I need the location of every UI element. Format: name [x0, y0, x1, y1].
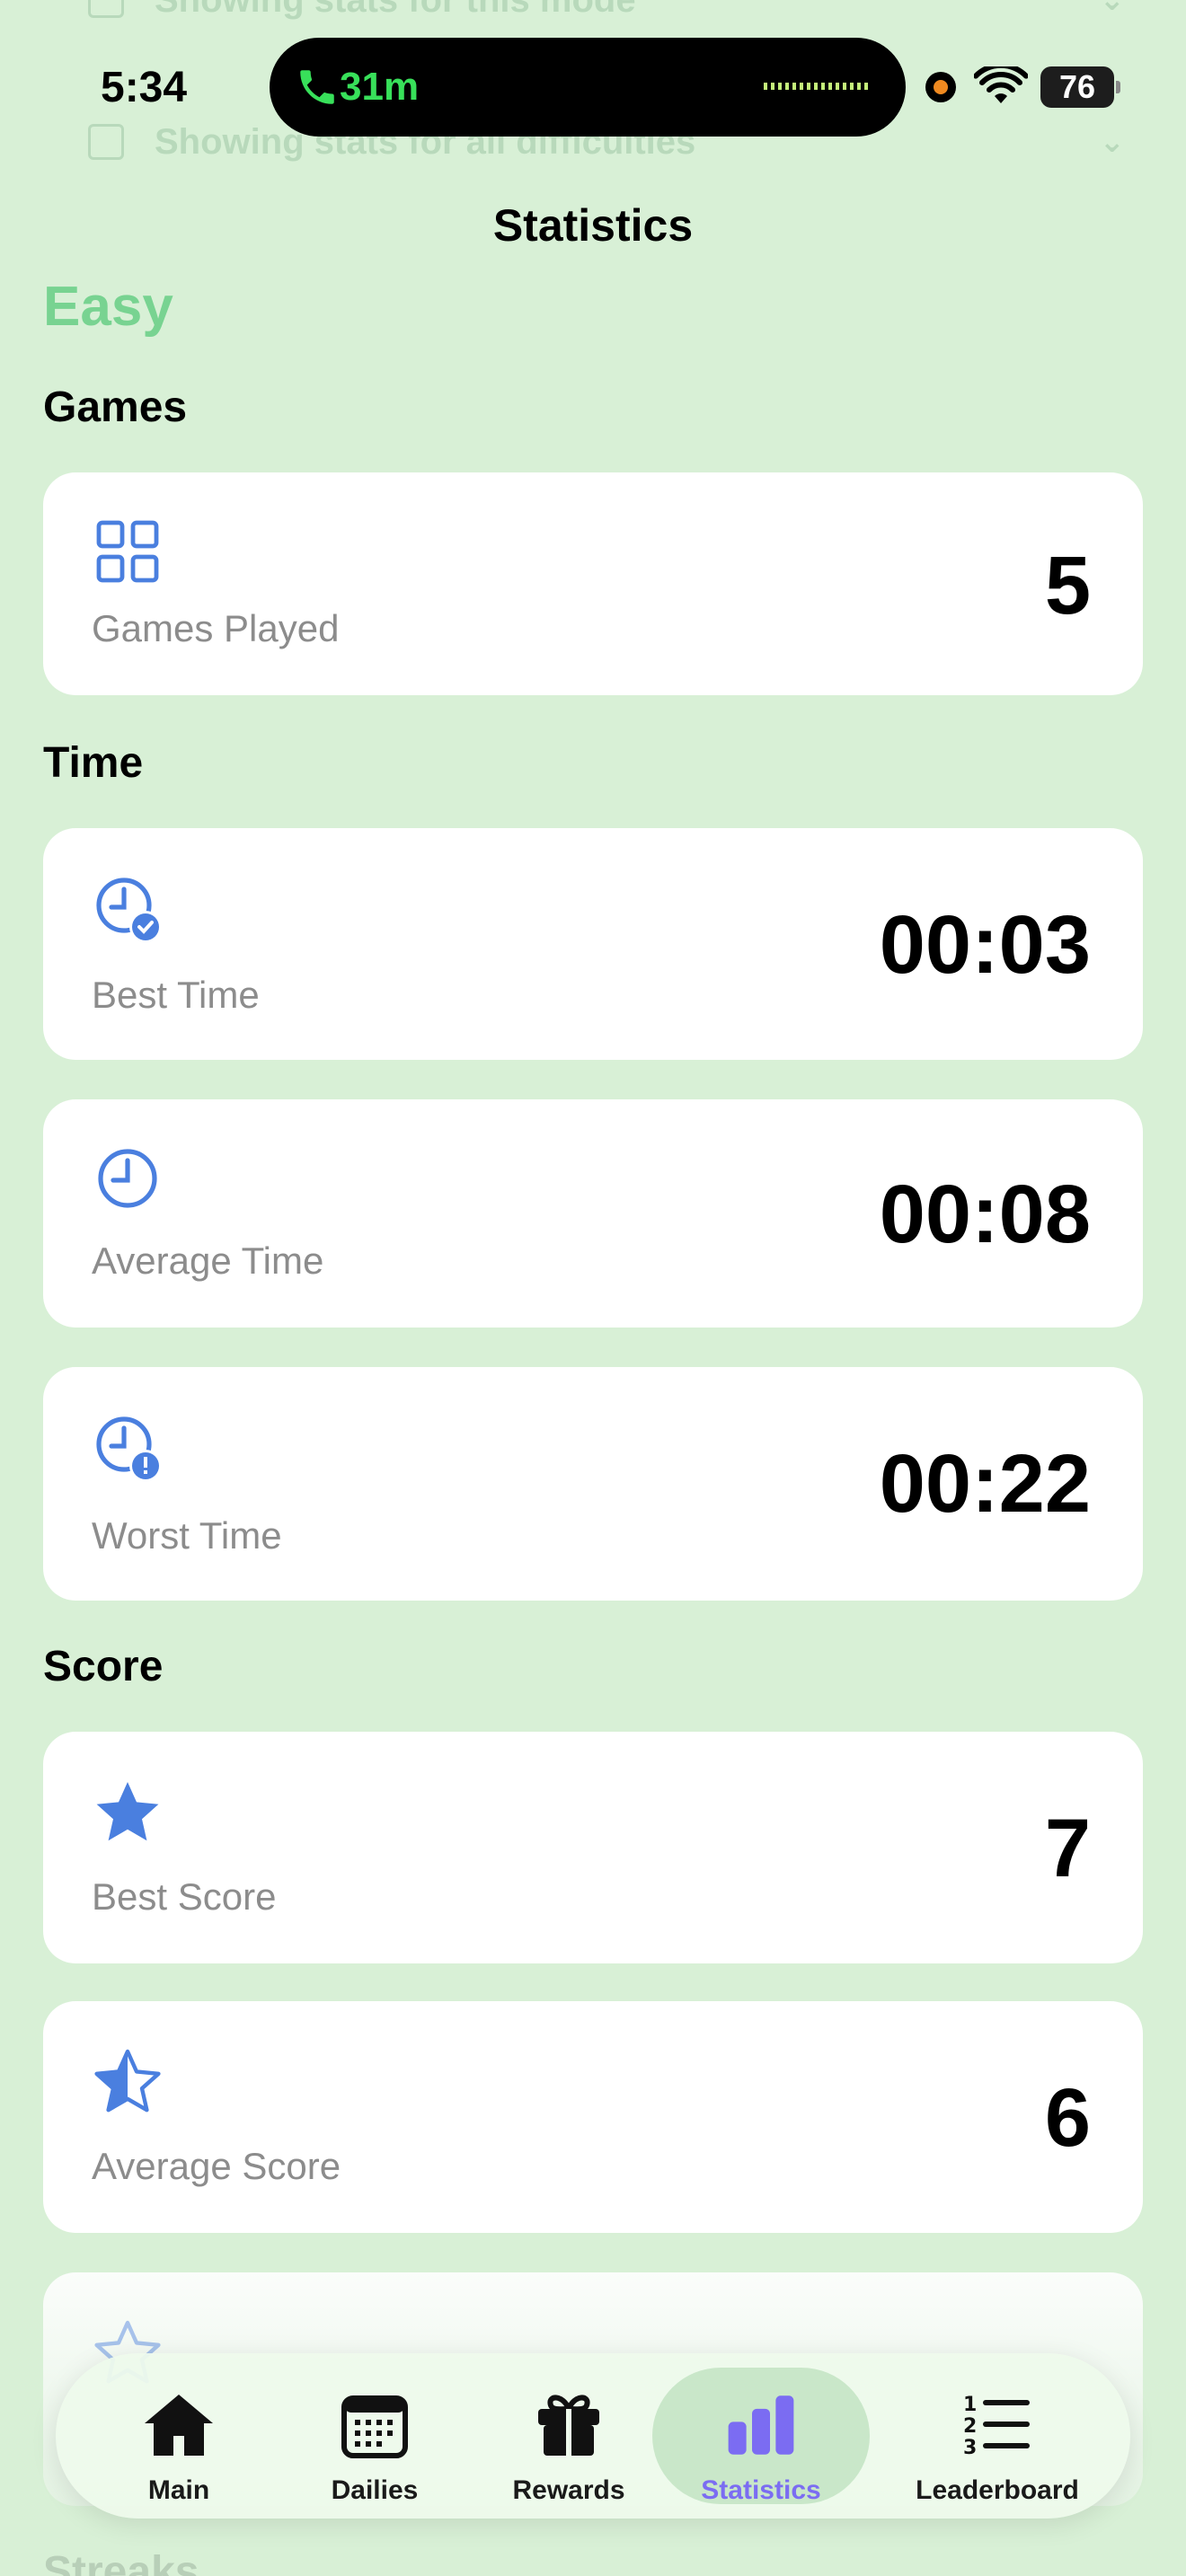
tab-dailies[interactable]: Dailies [296, 2368, 453, 2505]
page-title: Statistics [492, 200, 694, 251]
tab-label: Rewards [512, 2475, 625, 2505]
clock-alert-icon [96, 1416, 162, 1482]
stat-card-best-score: Best Score 7 [43, 1732, 1143, 1963]
stat-label: Average Score [92, 2145, 341, 2187]
call-duration: 31m [340, 65, 420, 109]
house-icon [145, 2395, 213, 2456]
dynamic-island[interactable]: 31m [270, 38, 906, 137]
section-title-time: Time [43, 739, 144, 787]
section-title-streaks: Streaks [43, 2548, 199, 2576]
stat-label: Best Time [92, 974, 260, 1016]
recording-indicator-icon [925, 72, 956, 102]
stat-value: 00:22 [879, 1438, 1091, 1530]
tab-main[interactable]: Main [101, 2368, 257, 2505]
tab-label: Statistics [701, 2475, 821, 2505]
difficulty-label: Easy [43, 276, 173, 338]
star-half-icon [94, 2049, 161, 2113]
star-filled-icon [96, 1782, 159, 1841]
tab-bar: Main Dailies Rewards Statistics 1 2 3 Le… [56, 2353, 1130, 2519]
tab-label: Dailies [331, 2475, 419, 2505]
stat-card-average-time: Average Time 00:08 [43, 1099, 1143, 1328]
status-bar: 5:34 31m 76 [0, 0, 1186, 171]
calendar-icon [341, 2395, 408, 2458]
stat-value: 5 [1044, 540, 1091, 631]
clock-check-icon [96, 878, 162, 943]
stat-label: Worst Time [92, 1514, 282, 1557]
stat-card-games-played: Games Played 5 [43, 472, 1143, 695]
battery-icon: 76 [1040, 66, 1120, 108]
tab-statistics[interactable]: Statistics [652, 2368, 870, 2505]
tab-rewards[interactable]: Rewards [491, 2368, 647, 2505]
stat-value: 00:03 [879, 899, 1091, 991]
grid-icon [96, 520, 159, 583]
svg-text:2: 2 [963, 2415, 977, 2438]
stat-card-best-time: Best Time 00:03 [43, 828, 1143, 1060]
tab-leaderboard[interactable]: 1 2 3 Leaderboard [891, 2368, 1103, 2505]
stat-label: Games Played [92, 607, 340, 649]
ranked-list-icon: 1 2 3 [963, 2394, 1030, 2459]
phone-icon [300, 70, 334, 104]
status-time: 5:34 [101, 64, 188, 111]
gift-icon [538, 2395, 599, 2456]
stat-value: 7 [1044, 1803, 1091, 1894]
stat-card-worst-time: Worst Time 00:22 [43, 1367, 1143, 1601]
stat-label: Average Time [92, 1239, 324, 1282]
audio-waveform-icon [764, 83, 870, 90]
statistics-screen: Showing stats for this mode ⌄ Showing st… [0, 0, 1186, 2576]
tab-label: Main [147, 2475, 210, 2505]
svg-text:3: 3 [963, 2437, 977, 2459]
svg-text:1: 1 [963, 2394, 977, 2416]
stat-value: 6 [1044, 2072, 1091, 2164]
wifi-icon [974, 66, 1028, 103]
stat-label: Best Score [92, 1875, 277, 1918]
stat-value: 00:08 [879, 1169, 1091, 1260]
bar-chart-icon [728, 2395, 794, 2455]
clock-icon [98, 1149, 157, 1208]
tab-label: Leaderboard [916, 2475, 1079, 2505]
section-title-games: Games [43, 384, 188, 431]
stat-card-average-score: Average Score 6 [43, 2001, 1143, 2233]
section-title-score: Score [43, 1643, 164, 1690]
